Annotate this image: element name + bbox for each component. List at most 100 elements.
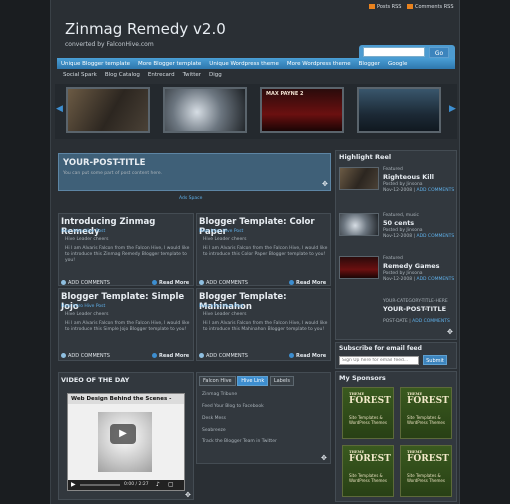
post-title[interactable]: Blogger Template: Mahinahon (199, 292, 330, 312)
post-meta[interactable]: Hive Intro Hive Post (199, 304, 243, 309)
highlight-thumb[interactable] (339, 213, 379, 236)
tab-labels[interactable]: Labels (269, 376, 294, 386)
slider-thumb-3[interactable]: MAX PAYNE 2 (260, 87, 344, 133)
sponsor-tagline: Site Templates & WordPress Themes (349, 415, 387, 425)
nav-item-more-blogger[interactable]: More Blogger template (138, 61, 201, 67)
tab-link-item[interactable]: Track the Blogger Team in Twitter (202, 439, 277, 445)
subscribe-submit-button[interactable]: Submit (423, 355, 447, 365)
highlight-thumb[interactable] (339, 167, 379, 190)
slider-prev-icon[interactable]: ◀ (56, 104, 63, 114)
rss-posts-link[interactable]: Posts RSS (369, 4, 401, 10)
highlight-title[interactable]: 50 cents (383, 219, 414, 227)
tab-link-item[interactable]: Zinmag Tribune (202, 392, 237, 398)
sponsor-banner[interactable]: THEME FOREST Site Templates & WordPress Th… (342, 387, 394, 439)
read-more-link[interactable]: Read More (289, 280, 326, 286)
sponsor-banner[interactable]: THEME FOREST Site Templates & WordPress Th… (400, 387, 452, 439)
tab-link-item[interactable]: Seabreeze (202, 428, 226, 434)
slider-thumb-3-text: MAX PAYNE 2 (266, 91, 304, 97)
post-meta[interactable]: Hive Intro Hive Post (199, 229, 243, 234)
highlight-comments-link[interactable]: ADD COMMENTS (416, 188, 454, 193)
volume-icon[interactable]: ♪ (156, 481, 160, 488)
post-title[interactable]: Introducing Zinmag Remedy (61, 217, 193, 237)
highlight-date: Nov-12-2008 | ADD COMMENTS (383, 234, 455, 239)
tab-hive-link[interactable]: Hive Link (237, 376, 269, 386)
highlight-comments-link[interactable]: ADD COMMENTS (412, 319, 450, 324)
video-player[interactable]: Web Design Behind the Scenes - ▶ ▶ 0:00 … (67, 393, 185, 491)
video-widget: VIDEO OF THE DAY Web Design Behind the S… (58, 372, 194, 500)
slider-thumb-4[interactable] (357, 87, 441, 133)
slider-thumb-1[interactable] (66, 87, 150, 133)
tab-bar: Falcon Hive Hive Link Labels (199, 376, 294, 386)
highlight-comments-link[interactable]: ADD COMMENTS (416, 277, 454, 282)
play-icon[interactable]: ▶ (110, 424, 136, 444)
sponsor-banner[interactable]: THEME FOREST Site Templates & WordPress Th… (342, 445, 394, 497)
subnav-entrecard[interactable]: Entrecard (148, 72, 175, 78)
search-button[interactable]: Go (429, 47, 449, 58)
slider-next-icon[interactable]: ▶ (449, 104, 456, 114)
read-more-link[interactable]: Read More (152, 280, 189, 286)
highlight-category[interactable]: Featured (383, 256, 403, 261)
nav-item-more-wordpress[interactable]: More Wordpress theme (287, 61, 351, 67)
highlight-date: Nov-12-2008 | ADD COMMENTS (383, 188, 455, 193)
highlight-category[interactable]: Featured, music (383, 213, 419, 218)
rss-comments-link[interactable]: Comments RSS (407, 4, 454, 10)
video-time: 0:00 / 2:27 (124, 482, 149, 487)
read-more-link[interactable]: Read More (152, 353, 189, 359)
fullscreen-icon[interactable]: ▢ (168, 481, 174, 488)
sponsor-banner[interactable]: THEME FOREST Site Templates & WordPress Th… (400, 445, 452, 497)
add-comments-link[interactable]: ADD COMMENTS (199, 353, 248, 359)
highlight-reel: Highlight Reel Featured Righteous Kill P… (335, 150, 457, 340)
arrow-icon (289, 353, 294, 358)
highlight-author: Posted by Jinsona (383, 182, 423, 187)
nav-item-unique-blogger[interactable]: Unique Blogger template (61, 61, 130, 67)
tools-icon[interactable]: ✥ (447, 328, 453, 336)
sponsor-logo: THEME FOREST (407, 392, 449, 406)
search-input[interactable] (363, 47, 425, 57)
highlight-comments-link[interactable]: ADD COMMENTS (416, 234, 454, 239)
post-card: Blogger Template: Simple Jojo Hive Intro… (58, 288, 194, 361)
subscribe-email-input[interactable] (339, 356, 419, 365)
post-meta[interactable]: Hive Intro Hive Post (61, 229, 105, 234)
subnav-social-spark[interactable]: Social Spark (63, 72, 97, 78)
subnav-twitter[interactable]: Twitter (183, 72, 201, 78)
tools-icon[interactable]: ✥ (321, 454, 327, 462)
tab-falcon-hive[interactable]: Falcon Hive (199, 376, 236, 386)
post-excerpt: Hi I am Alvaris Falcon from the Falcon H… (65, 246, 190, 263)
nav-item-unique-wordpress[interactable]: Unique Wordpress theme (209, 61, 279, 67)
featured-post-title[interactable]: YOUR-POST-TITLE (63, 158, 145, 168)
post-meta[interactable]: Hive Intro Hive Post (61, 304, 105, 309)
site-subtitle[interactable]: converted by FalconHive.com (65, 41, 154, 48)
highlight-title[interactable]: Remedy Games (383, 262, 440, 270)
subnav-digg[interactable]: Digg (209, 72, 222, 78)
ad-space[interactable]: Ads Space (179, 196, 202, 201)
site-title[interactable]: Zinmag Remedy v2.0 (65, 20, 226, 38)
highlight-thumb[interactable] (339, 256, 379, 279)
add-comments-link[interactable]: ADD COMMENTS (61, 280, 110, 286)
featured-post-text: You can put some part of post content he… (63, 171, 163, 176)
post-title[interactable]: Blogger Template: Color Paper (199, 217, 330, 237)
nav-item-blogger[interactable]: Blogger (359, 61, 380, 67)
tab-link-item[interactable]: Desk Mess (202, 416, 226, 422)
read-more-link[interactable]: Read More (289, 353, 326, 359)
slider-thumb-2[interactable] (163, 87, 247, 133)
tools-icon[interactable]: ✥ (322, 180, 328, 188)
subnav-blog-catalog[interactable]: Blog Catalog (105, 72, 140, 78)
highlight-last-title[interactable]: YOUR-POST-TITLE (383, 305, 446, 313)
highlight-category[interactable]: Featured (383, 167, 403, 172)
highlight-last-category[interactable]: YOUR-CATEGORY-TITLE-HERE (383, 299, 448, 304)
video-title[interactable]: Web Design Behind the Scenes - (68, 394, 184, 404)
post-greeting: Hive Leader cheers (203, 312, 247, 317)
highlight-title[interactable]: Righteous Kill (383, 173, 434, 181)
add-comments-link[interactable]: ADD COMMENTS (199, 280, 248, 286)
arrow-icon (152, 353, 157, 358)
post-title[interactable]: Blogger Template: Simple Jojo (61, 292, 193, 312)
tab-link-item[interactable]: Feed Your Blog to Facebook (202, 404, 264, 410)
nav-item-google[interactable]: Google (388, 61, 407, 67)
post-excerpt: Hi I am Alvaris Falcon from the Falcon H… (65, 321, 190, 332)
play-button-icon[interactable]: ▶ (71, 481, 76, 488)
tools-icon[interactable]: ✥ (185, 491, 191, 499)
add-comments-link[interactable]: ADD COMMENTS (61, 353, 110, 359)
video-progress-bar[interactable] (80, 484, 120, 486)
sponsor-tagline: Site Templates & WordPress Themes (349, 473, 387, 483)
highlight-heading: Highlight Reel (339, 153, 392, 161)
